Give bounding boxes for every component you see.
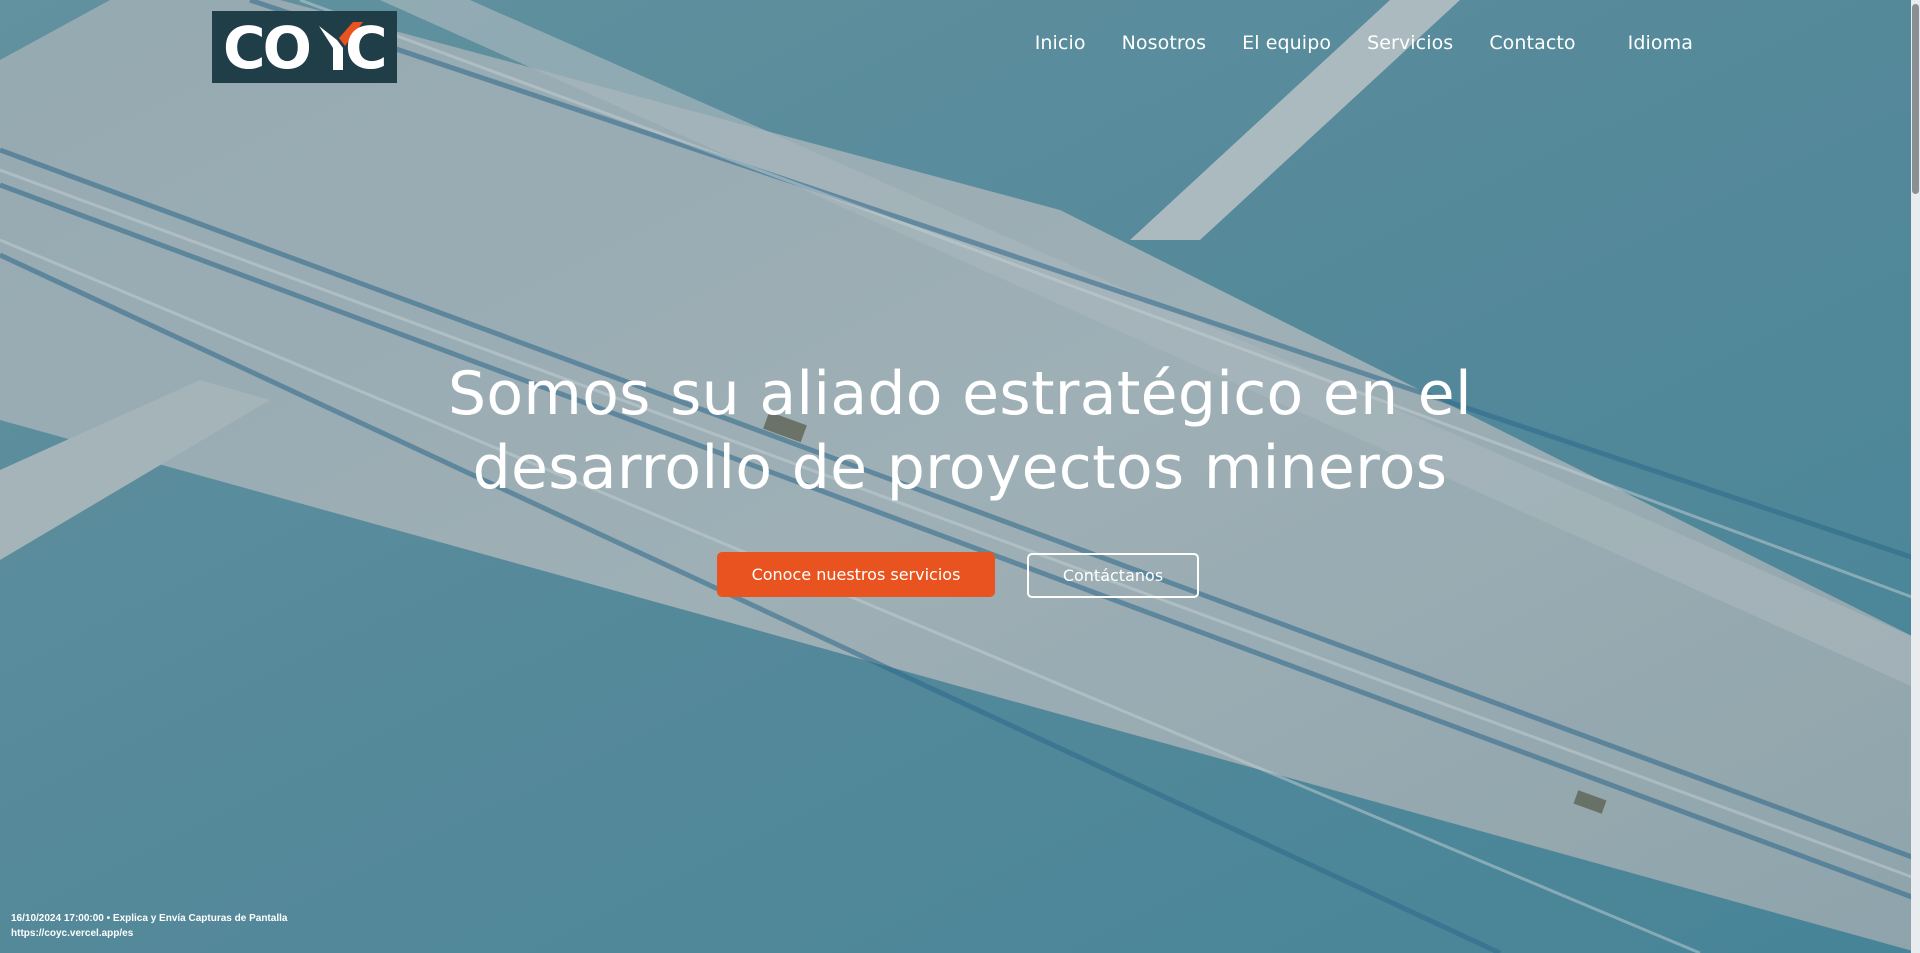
nav-item-el-equipo[interactable]: El equipo bbox=[1242, 32, 1331, 54]
stamp-datetime: 16/10/2024 17:00:00 • Explica y Envía Ca… bbox=[11, 913, 288, 924]
hero-title: Somos su aliado estratégico en el desarr… bbox=[448, 359, 1472, 503]
page: CO C Inicio Nosotros El equipo Servicios… bbox=[0, 0, 1920, 953]
nav-item-inicio[interactable]: Inicio bbox=[1035, 32, 1086, 54]
scrollbar-thumb[interactable] bbox=[1912, 4, 1919, 194]
nav-item-servicios[interactable]: Servicios bbox=[1367, 32, 1453, 54]
services-cta-button[interactable]: Conoce nuestros servicios bbox=[717, 552, 995, 597]
hero-actions: Conoce nuestros servicios Contáctanos bbox=[0, 552, 1920, 598]
svg-text:CO: CO bbox=[223, 18, 310, 76]
contact-cta-button[interactable]: Contáctanos bbox=[1027, 553, 1199, 598]
logo-mark: CO C bbox=[223, 18, 388, 76]
screenshot-stamp: 16/10/2024 17:00:00 • Explica y Envía Ca… bbox=[11, 911, 287, 941]
coyc-logo[interactable]: CO C bbox=[212, 11, 397, 83]
page-scrollbar[interactable] bbox=[1911, 0, 1920, 953]
language-menu[interactable]: Idioma bbox=[1628, 32, 1693, 54]
nav-item-contacto[interactable]: Contacto bbox=[1489, 32, 1575, 54]
nav-item-nosotros[interactable]: Nosotros bbox=[1122, 32, 1207, 54]
svg-text:C: C bbox=[345, 18, 388, 76]
main-nav: Inicio Nosotros El equipo Servicios Cont… bbox=[999, 32, 1693, 54]
stamp-url: https://coyc.vercel.app/es bbox=[11, 928, 134, 939]
hero-section: Somos su aliado estratégico en el desarr… bbox=[0, 357, 1920, 505]
